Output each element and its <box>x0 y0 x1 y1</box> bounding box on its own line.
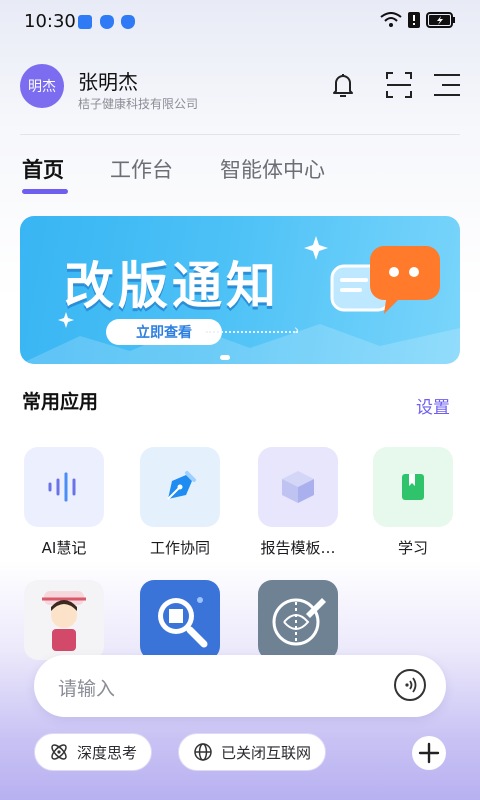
usb-icon <box>78 15 92 29</box>
announcement-banner[interactable]: 改版通知 立即查看 › <box>20 216 460 364</box>
book-icon <box>402 474 424 500</box>
company-name: 桔子健康科技有限公司 <box>78 97 199 111</box>
app-tile <box>140 580 220 660</box>
internet-label: 已关闭互联网 <box>221 743 312 762</box>
app-report-templates[interactable]: 报告模板… <box>248 447 348 558</box>
app-label: 工作协同 <box>149 539 210 557</box>
battery-icon <box>426 12 455 28</box>
cartoon-avatar-icon <box>42 591 86 651</box>
header-divider <box>20 134 460 135</box>
avatar[interactable]: 明杰 <box>20 64 64 108</box>
deep-think-label: 深度思考 <box>77 743 138 762</box>
app-tile <box>24 447 104 527</box>
tab-workbench[interactable]: 工作台 <box>110 154 173 184</box>
brain-pen-icon <box>272 598 326 646</box>
app-tile <box>258 447 338 527</box>
alert-icon <box>408 12 420 28</box>
arrow-right-icon: › <box>294 323 300 338</box>
app-tile <box>24 580 104 660</box>
chat-bubble-icon <box>330 246 440 314</box>
voice-wave-icon <box>48 472 76 502</box>
banner-title: 改版通知 <box>64 257 280 315</box>
add-button[interactable] <box>412 736 446 770</box>
globe-icon <box>194 743 212 761</box>
deep-think-toggle[interactable]: 深度思考 <box>34 733 153 771</box>
input-placeholder: 请输入 <box>58 678 116 700</box>
view-now-button[interactable]: 立即查看 <box>106 319 222 345</box>
home-screen: 10:30 明杰 张明杰 桔子健康科技有限公司 首页 工作台 智能体中心 改版通… <box>0 0 480 800</box>
app-ai-notes[interactable]: AI慧记 <box>14 447 114 558</box>
atom-icon <box>51 744 67 760</box>
app-cartoon[interactable] <box>14 580 114 660</box>
shield-icon <box>100 15 114 29</box>
sound-wave-icon <box>405 677 417 693</box>
medicine-search-icon <box>158 597 208 648</box>
settings-link[interactable]: 设置 <box>416 393 450 418</box>
status-time: 10:30 <box>24 11 76 32</box>
scan-icon[interactable] <box>384 70 414 100</box>
status-bar: 10:30 <box>0 0 480 44</box>
internet-toggle[interactable]: 已关闭互联网 <box>178 733 327 771</box>
app-tile <box>373 447 453 527</box>
chat-input[interactable]: 请输入 <box>34 655 446 717</box>
bell-icon[interactable] <box>328 70 358 100</box>
menu-icon[interactable] <box>432 70 462 100</box>
pen-nib-icon <box>167 471 196 500</box>
wifi-icon <box>380 12 402 27</box>
app-label: 学习 <box>397 539 428 557</box>
app-label: AI慧记 <box>41 539 87 557</box>
app-label: 报告模板… <box>260 539 336 557</box>
app-brain[interactable] <box>248 580 348 660</box>
app-tile <box>258 580 338 660</box>
voice-input-button[interactable] <box>394 669 426 701</box>
tab-indicator <box>22 189 68 194</box>
banner-pager-dot <box>220 355 230 360</box>
app-collaboration[interactable]: 工作协同 <box>130 447 230 558</box>
app-medicine[interactable] <box>130 580 230 660</box>
banner-dotted-line <box>206 331 298 333</box>
shield-icon <box>121 15 135 29</box>
user-name: 张明杰 <box>78 70 138 94</box>
cube-icon <box>282 471 314 503</box>
tab-home[interactable]: 首页 <box>22 154 64 184</box>
app-tile <box>140 447 220 527</box>
avatar-text: 明杰 <box>28 79 56 95</box>
plus-icon <box>418 742 440 764</box>
tab-agent-center[interactable]: 智能体中心 <box>220 154 325 184</box>
section-title: 常用应用 <box>22 391 99 413</box>
app-learning[interactable]: 学习 <box>363 447 463 558</box>
